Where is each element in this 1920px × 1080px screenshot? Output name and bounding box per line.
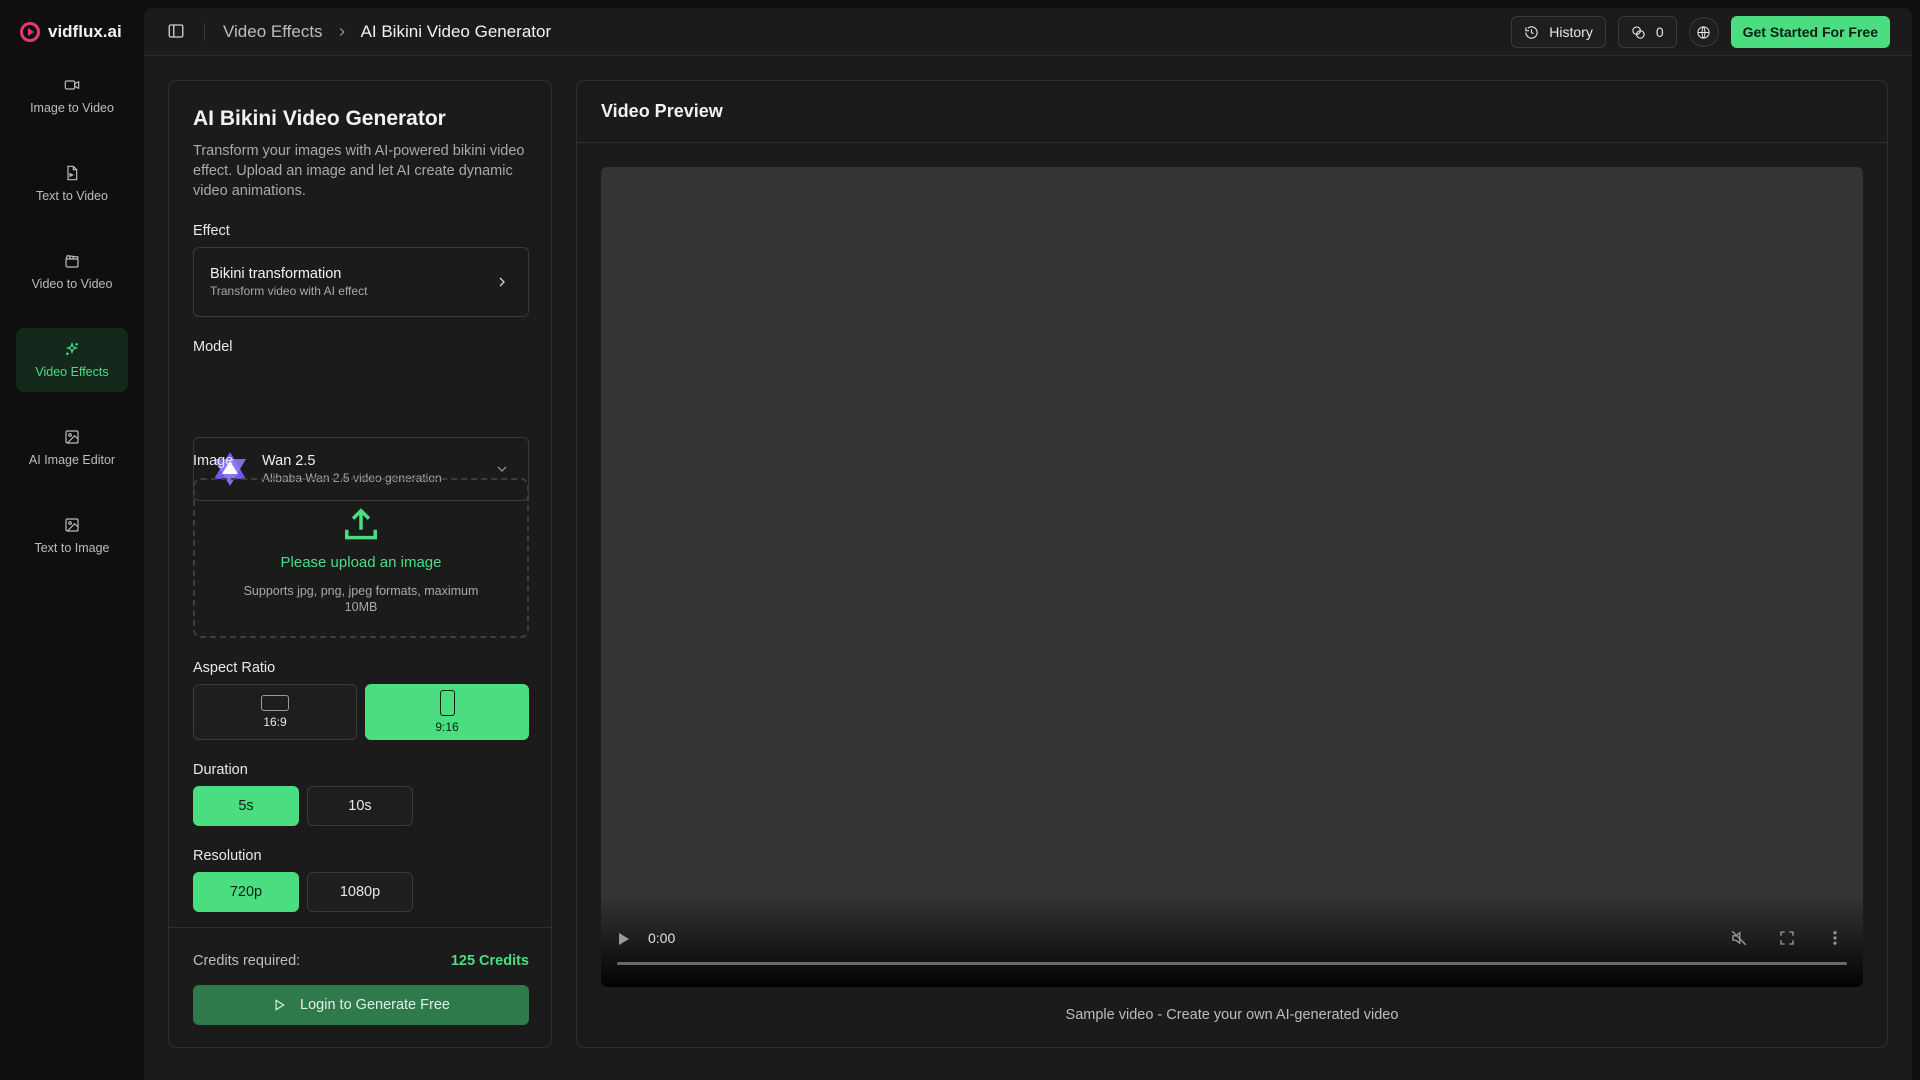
video-preview-panel: Video Preview 0:00 Sample video - Create… (576, 80, 1888, 1048)
page-description: Transform your images with AI-powered bi… (193, 143, 525, 199)
video-controls: 0:00 (601, 907, 1863, 987)
generator-panel: AI Bikini Video Generator Transform your… (168, 80, 552, 1048)
credits-button[interactable]: 0 (1617, 16, 1677, 48)
top-actions: History 0 Get Started For Free (1511, 16, 1890, 48)
get-started-button[interactable]: Get Started For Free (1730, 16, 1890, 48)
coins-icon (1632, 25, 1645, 39)
language-button[interactable] (1688, 17, 1719, 47)
panel-divider (169, 927, 551, 928)
landscape-ratio-icon (261, 695, 289, 711)
effect-label: Effect (193, 223, 230, 239)
history-icon (1525, 25, 1538, 39)
effect-subtitle: Transform video with AI effect (210, 284, 368, 298)
duration-10s-button[interactable]: 10s (307, 786, 413, 826)
sparkles-icon (65, 341, 79, 355)
video-caption: Sample video - Create your own AI-genera… (1065, 1007, 1399, 1023)
sidebar-item-image-to-video[interactable]: Image to Video (16, 64, 128, 128)
sidebar-toggle-icon (168, 24, 184, 38)
breadcrumb-parent-link[interactable]: Video Effects (223, 22, 323, 42)
more-options-icon[interactable] (1826, 929, 1844, 947)
history-button[interactable]: History (1511, 16, 1606, 48)
credits-required-label: Credits required: (193, 953, 301, 969)
fullscreen-icon[interactable] (1778, 929, 1796, 947)
video-preview-title: Video Preview (577, 81, 1887, 143)
logo-icon (20, 22, 40, 42)
play-icon[interactable] (619, 933, 629, 945)
sidebar-item-label: Text to Video (35, 189, 109, 203)
aspect-ratio-option-label: 16:9 (263, 715, 287, 729)
sidebar-item-video-effects[interactable]: Video Effects (16, 328, 128, 392)
main-content: Video Effects AI Bikini Video Generator … (144, 8, 1912, 1080)
image-icon (65, 518, 79, 532)
portrait-ratio-icon (439, 690, 455, 716)
duration-label: Duration (193, 762, 248, 778)
duration-options: 5s 10s (193, 786, 529, 826)
duration-5s-button[interactable]: 5s (193, 786, 299, 826)
app-root: vidflux.ai Image to Video Text to Video … (0, 0, 1920, 1080)
aspect-ratio-label: Aspect Ratio (193, 660, 276, 676)
aspect-ratio-9-16-button[interactable]: 9:16 (365, 684, 529, 740)
model-label: Model (193, 339, 233, 355)
clapperboard-icon (65, 255, 79, 268)
resolution-720p-button[interactable]: 720p (193, 872, 299, 912)
chevron-right-icon (494, 274, 510, 290)
image-upload-dropzone[interactable]: Please upload an image Supports jpg, png… (193, 478, 529, 638)
image-label: Image (193, 453, 234, 469)
resolution-1080p-button[interactable]: 1080p (307, 872, 413, 912)
sidebar-item-label: Video to Video (31, 277, 113, 291)
sidebar-item-text-to-image[interactable]: Text to Image (16, 504, 128, 568)
credits-required-row: Credits required: 125 Credits (193, 953, 529, 969)
login-to-generate-label: Login to Generate Free (300, 997, 450, 1013)
sidebar-item-video-to-video[interactable]: Video to Video (16, 240, 128, 304)
page-title: AI Bikini Video Generator (193, 107, 446, 130)
upload-hint: Supports jpg, png, jpeg formats, maximum… (243, 584, 479, 614)
breadcrumb-divider (204, 23, 205, 41)
resolution-label: Resolution (193, 848, 262, 864)
globe-icon (1697, 25, 1710, 39)
breadcrumb: Video Effects AI Bikini Video Generator (204, 8, 551, 56)
image-edit-icon (65, 430, 79, 444)
sidebar-item-text-to-video[interactable]: Text to Video (16, 152, 128, 216)
video-progress-bar[interactable] (617, 962, 1847, 965)
video-time: 0:00 (648, 930, 676, 946)
sidebar-nav: Image to Video Text to Video Video to Vi… (16, 64, 128, 592)
sidebar-item-label: AI Image Editor (28, 453, 116, 467)
mute-icon[interactable] (1730, 929, 1748, 947)
video-player[interactable]: 0:00 (601, 167, 1863, 987)
sidebar-item-label: Video Effects (35, 365, 109, 379)
effect-title: Bikini transformation (210, 266, 342, 282)
aspect-ratio-16-9-button[interactable]: 16:9 (193, 684, 357, 740)
upload-icon (345, 508, 377, 540)
logo-text: vidflux.ai (48, 22, 122, 41)
sidebar-toggle-button[interactable] (166, 22, 186, 42)
video-camera-icon (64, 80, 80, 90)
sidebar-item-ai-image-editor[interactable]: AI Image Editor (16, 416, 128, 480)
credits-required-value: 125 Credits (450, 953, 529, 969)
upload-title: Please upload an image (280, 554, 442, 571)
aspect-ratio-option-label: 9:16 (435, 720, 459, 734)
breadcrumb-current: AI Bikini Video Generator (360, 22, 552, 41)
effect-selector[interactable]: Bikini transformation Transform video wi… (193, 247, 529, 317)
history-button-label: History (1549, 24, 1593, 40)
chevron-right-icon (335, 25, 349, 39)
sidebar: vidflux.ai Image to Video Text to Video … (0, 0, 144, 1080)
credits-count: 0 (1655, 24, 1664, 40)
aspect-ratio-options: 16:9 9:16 (193, 684, 529, 740)
top-bar: Video Effects AI Bikini Video Generator … (144, 8, 1912, 56)
logo[interactable]: vidflux.ai (20, 20, 122, 44)
login-to-generate-button[interactable]: Login to Generate Free (193, 985, 529, 1025)
sidebar-item-label: Image to Video (30, 101, 114, 115)
document-icon (67, 165, 78, 181)
resolution-options: 720p 1080p (193, 872, 529, 912)
sidebar-item-label: Text to Image (34, 541, 110, 555)
play-icon (275, 999, 285, 1011)
